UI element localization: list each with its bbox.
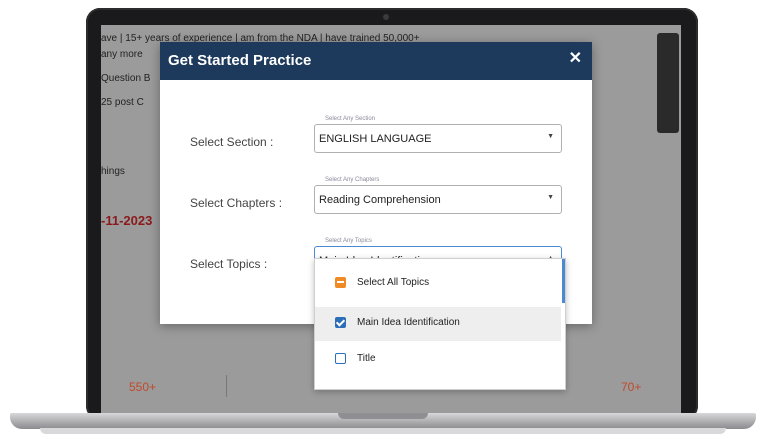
close-icon[interactable]: ✕	[569, 48, 582, 68]
modal-header: Get Started Practice ✕	[160, 42, 592, 80]
chapters-label: Select Chapters :	[190, 196, 283, 210]
section-select-value: ENGLISH LANGUAGE	[319, 133, 432, 145]
dropdown-item-label: Main Idea Identification	[357, 317, 460, 328]
background-text-line: hings	[101, 166, 125, 177]
topics-label: Select Topics :	[190, 257, 268, 271]
dropdown-item-title[interactable]: Title	[315, 343, 561, 377]
background-text-line: 25 post C	[101, 97, 144, 108]
background-divider	[226, 375, 227, 397]
chapters-select[interactable]: Reading Comprehension ▼	[314, 185, 562, 214]
section-select[interactable]: ENGLISH LANGUAGE ▼	[314, 124, 562, 153]
laptop-notch	[338, 413, 428, 419]
chevron-down-icon: ▼	[547, 194, 554, 201]
laptop-screen: ave | 15+ years of experience | am from …	[101, 25, 681, 413]
section-hint: Select Any Section	[325, 116, 376, 122]
topics-dropdown[interactable]: Select All Topics Main Idea Identificati…	[314, 258, 566, 390]
chevron-down-icon: ▼	[547, 133, 554, 140]
checked-checkbox-icon[interactable]	[335, 317, 346, 328]
background-date: -11-2023	[101, 213, 153, 228]
chapters-hint: Select Any Chapters	[325, 177, 380, 183]
laptop-shadow	[40, 428, 726, 434]
background-stat-left: 550+	[129, 380, 157, 394]
modal-title: Get Started Practice	[168, 52, 312, 69]
background-stat-right: 70+	[621, 380, 642, 394]
background-text-line: Question B	[101, 73, 151, 84]
dropdown-item-label: Title	[357, 353, 376, 364]
partial-checkbox-icon[interactable]	[335, 277, 346, 288]
topics-hint: Select Any Topics	[325, 238, 372, 244]
section-label: Select Section :	[190, 135, 274, 149]
webcam-icon	[383, 14, 389, 20]
chapters-select-value: Reading Comprehension	[319, 194, 441, 206]
dropdown-scrollbar[interactable]	[562, 259, 565, 303]
background-side-tab	[657, 33, 679, 133]
dropdown-item-label: Select All Topics	[357, 277, 430, 288]
unchecked-checkbox-icon[interactable]	[335, 353, 346, 364]
background-text-line: any more	[101, 49, 143, 60]
dropdown-item-select-all[interactable]: Select All Topics	[315, 267, 561, 301]
dropdown-item-main-idea[interactable]: Main Idea Identification	[315, 307, 561, 341]
